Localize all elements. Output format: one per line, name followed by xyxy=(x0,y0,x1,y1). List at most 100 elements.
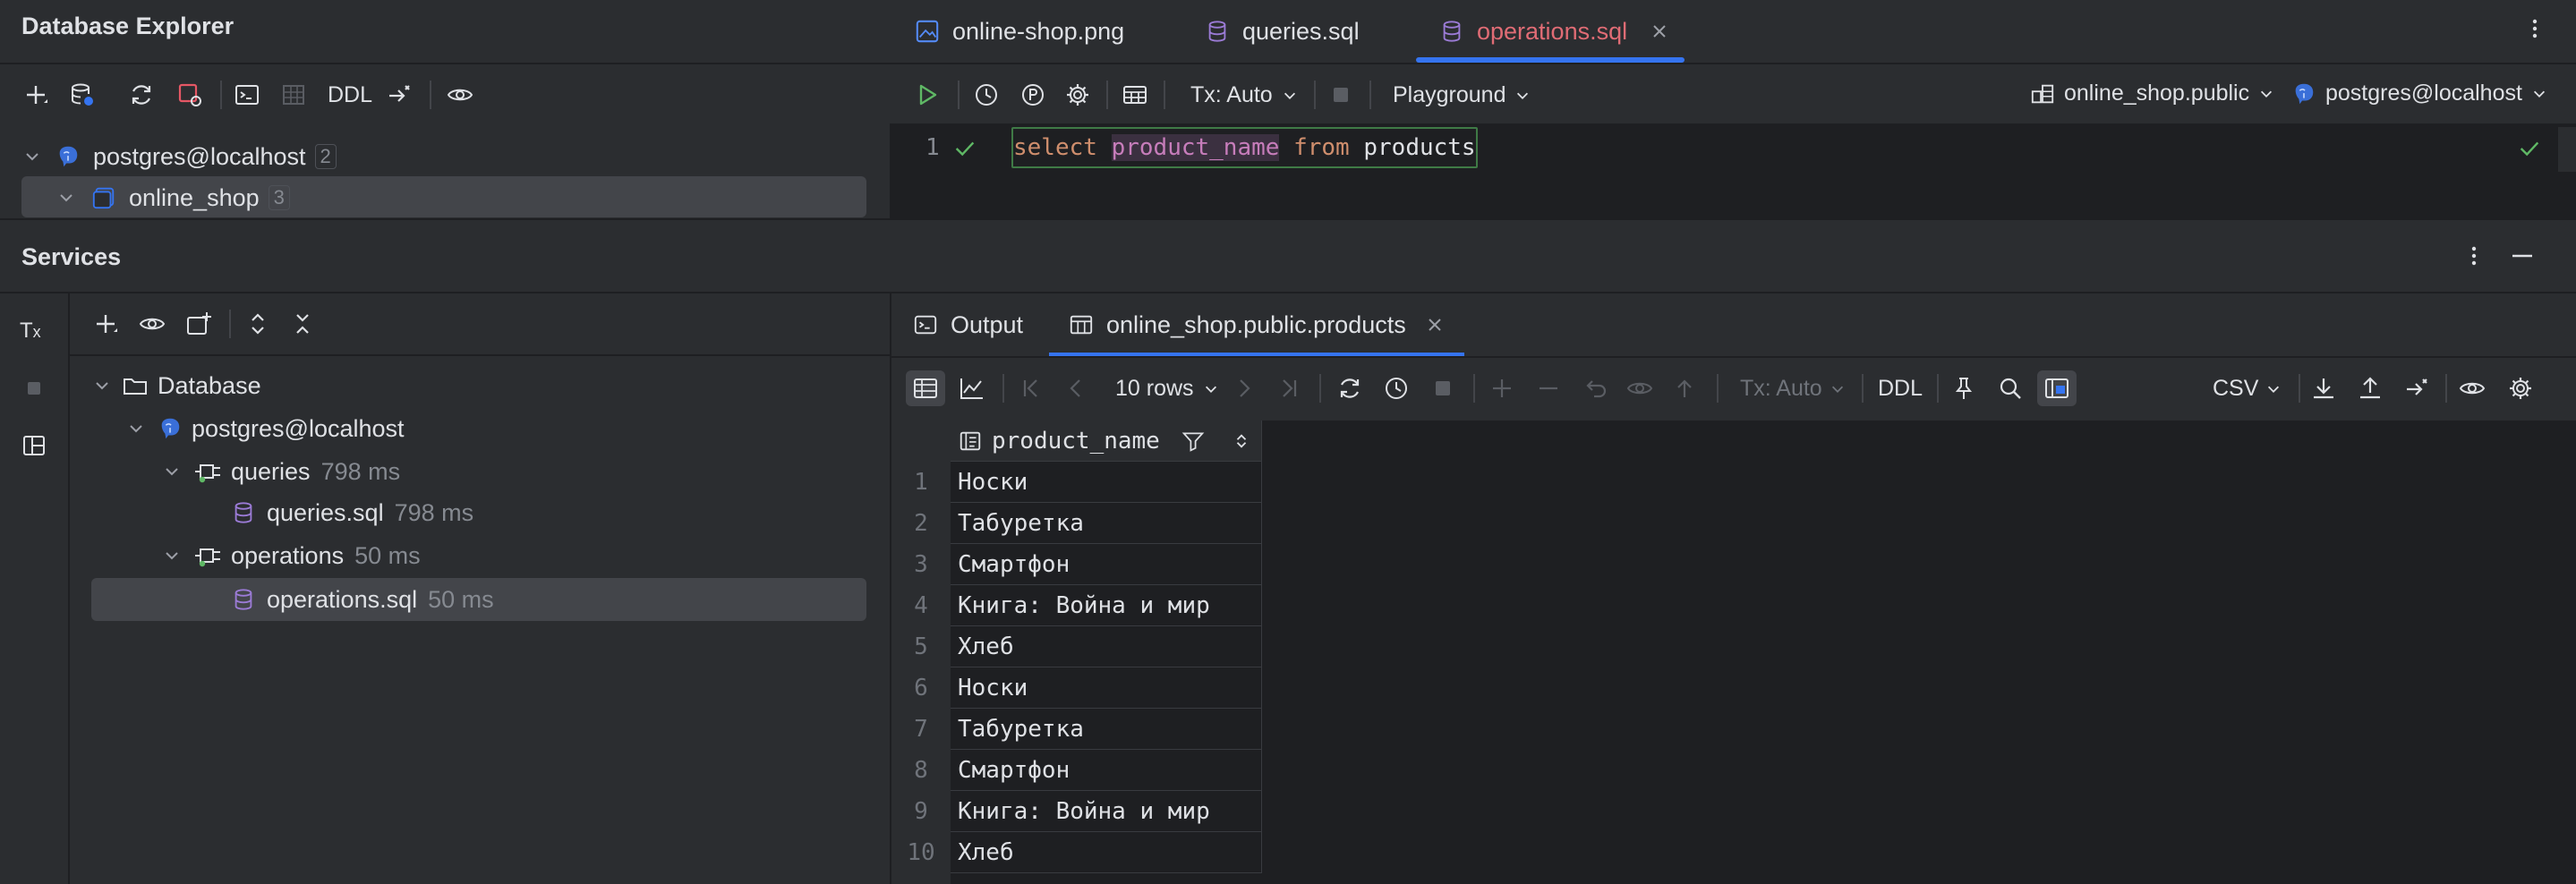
table-row[interactable]: 5 Хлеб xyxy=(891,626,2161,667)
table-row[interactable]: 7 Табуретка xyxy=(891,709,2161,750)
tree-item-operations[interactable]: operations 50 ms xyxy=(163,535,421,576)
table-cell[interactable]: Табуретка xyxy=(951,503,1262,544)
toolbar-separator xyxy=(1717,374,1719,403)
add-icon[interactable] xyxy=(88,306,124,342)
code-line[interactable]: 1 select product_name from products xyxy=(890,127,2576,172)
table-row[interactable]: 1 Носки xyxy=(891,462,2161,503)
table-row[interactable]: 8 Смартфон xyxy=(891,750,2161,791)
tree-item-online-shop[interactable]: online_shop 3 xyxy=(57,177,290,218)
table-cell[interactable]: Табуретка xyxy=(951,709,1262,750)
tx-mode-dropdown[interactable]: Tx: Auto xyxy=(1190,82,1298,108)
tree-item-label: queries.sql xyxy=(267,498,384,526)
table-row[interactable]: 10 Хлеб xyxy=(891,832,2161,873)
parameters-icon[interactable] xyxy=(1015,77,1051,113)
column-header[interactable]: product_name xyxy=(951,421,1262,462)
chevron-down-icon[interactable] xyxy=(127,420,158,438)
count-badge: 2 xyxy=(314,144,337,169)
download-icon[interactable] xyxy=(2306,370,2341,406)
tab-operations-sql[interactable]: operations.sql xyxy=(1439,0,1668,63)
chart-icon[interactable] xyxy=(954,370,990,406)
table-cell[interactable]: Носки xyxy=(951,667,1262,709)
next-page-icon xyxy=(1226,370,1262,406)
upload-icon[interactable] xyxy=(2352,370,2388,406)
tree-item-queries-sql[interactable]: queries.sql 798 ms xyxy=(231,492,473,533)
eye-icon[interactable] xyxy=(2454,370,2490,406)
tab-online-shop-png[interactable]: online-shop.png xyxy=(915,0,1124,63)
compare-icon[interactable] xyxy=(2399,370,2435,406)
pin-icon[interactable] xyxy=(1946,370,1982,406)
table-cell[interactable]: Хлеб xyxy=(951,832,1262,873)
jump-to-source-icon[interactable] xyxy=(381,77,417,113)
rows-per-page-dropdown[interactable]: 10 rows xyxy=(1115,376,1219,402)
table-row[interactable]: 2 Табуретка xyxy=(891,503,2161,544)
tree-item-operations-sql[interactable]: operations.sql 50 ms xyxy=(231,579,494,620)
run-icon[interactable] xyxy=(909,77,945,113)
inspection-ok-icon[interactable] xyxy=(2517,136,2542,161)
ddl-button[interactable]: DDL xyxy=(328,82,372,108)
table-row[interactable]: 6 Носки xyxy=(891,667,2161,709)
table-cell[interactable]: Носки xyxy=(951,462,1262,503)
more-vertical-icon[interactable] xyxy=(2456,238,2492,274)
filter-icon[interactable] xyxy=(1181,429,1205,453)
sql-statement[interactable]: select product_name from products xyxy=(1011,127,1478,168)
playground-dropdown[interactable]: Playground xyxy=(1393,82,1531,108)
datasource-properties-icon[interactable] xyxy=(64,77,100,113)
settings-icon[interactable] xyxy=(2503,370,2538,406)
table-cell[interactable]: Смартфон xyxy=(951,544,1262,585)
eye-icon[interactable] xyxy=(134,306,170,342)
more-vertical-icon[interactable] xyxy=(2517,11,2553,47)
refresh-icon[interactable] xyxy=(124,77,159,113)
refresh-icon[interactable] xyxy=(1332,370,1368,406)
toolbar-separator xyxy=(229,310,231,338)
settings-icon[interactable] xyxy=(1060,77,1096,113)
table-cell[interactable]: Хлеб xyxy=(951,626,1262,667)
toolbar-separator xyxy=(2445,374,2447,403)
history-icon[interactable] xyxy=(1378,370,1414,406)
table-row[interactable]: 4 Книга: Война и мир xyxy=(891,585,2161,626)
chevron-down-icon[interactable] xyxy=(23,148,50,166)
tx-icon[interactable]: Tx xyxy=(20,319,41,344)
chevron-down-icon[interactable] xyxy=(163,463,193,480)
datasource-selector[interactable]: postgres@localhost xyxy=(2291,81,2547,106)
export-format-dropdown[interactable]: CSV xyxy=(2213,376,2282,402)
chevron-down-icon[interactable] xyxy=(93,377,122,395)
eye-icon[interactable] xyxy=(442,77,478,113)
schema-label: online_shop.public xyxy=(2064,81,2250,106)
chevron-down-icon[interactable] xyxy=(57,189,84,207)
collapse-all-icon[interactable] xyxy=(285,306,320,342)
tree-item-database[interactable]: Database xyxy=(93,365,261,406)
disconnect-icon[interactable] xyxy=(172,77,208,113)
row-number: 7 xyxy=(914,716,928,743)
chevron-down-icon[interactable] xyxy=(163,547,193,565)
table-row[interactable]: 9 Книга: Война и мир xyxy=(891,791,2161,832)
table-cell[interactable]: Книга: Война и мир xyxy=(951,585,1262,626)
value-panel-icon[interactable] xyxy=(2039,370,2075,406)
history-icon[interactable] xyxy=(968,77,1004,113)
ddl-button[interactable]: DDL xyxy=(1878,376,1923,402)
table-row[interactable]: 3 Смартфон xyxy=(891,544,2161,585)
schema-selector[interactable]: online_shop.public xyxy=(2030,81,2274,106)
search-icon[interactable] xyxy=(1992,370,2028,406)
tree-item-postgres[interactable]: postgres@localhost xyxy=(127,408,405,449)
tab-output[interactable]: Output xyxy=(913,293,1023,356)
table-cell[interactable]: Смартфон xyxy=(951,750,1262,791)
close-icon[interactable] xyxy=(1426,316,1444,334)
table-view-icon[interactable] xyxy=(1117,77,1153,113)
tab-products-result[interactable]: online_shop.public.products xyxy=(1069,293,1444,356)
layout-icon[interactable] xyxy=(16,428,52,463)
tree-item-postgres[interactable]: postgres@localhost 2 xyxy=(23,136,337,177)
add-icon[interactable] xyxy=(18,77,54,113)
minimize-icon[interactable] xyxy=(2504,238,2540,274)
expand-all-icon[interactable] xyxy=(240,306,276,342)
sort-icon[interactable] xyxy=(1233,433,1250,449)
chevron-down-icon xyxy=(1203,381,1219,397)
toolbar-separator xyxy=(1314,81,1316,109)
new-group-icon[interactable] xyxy=(181,306,217,342)
tree-item-queries[interactable]: queries 798 ms xyxy=(163,451,400,492)
table-view-icon[interactable] xyxy=(908,370,943,406)
table-cell[interactable]: Книга: Война и мир xyxy=(951,791,1262,832)
close-icon[interactable] xyxy=(1651,22,1668,40)
query-console-icon[interactable] xyxy=(229,77,265,113)
postgresql-icon xyxy=(158,416,183,441)
tab-queries-sql[interactable]: queries.sql xyxy=(1205,0,1360,63)
